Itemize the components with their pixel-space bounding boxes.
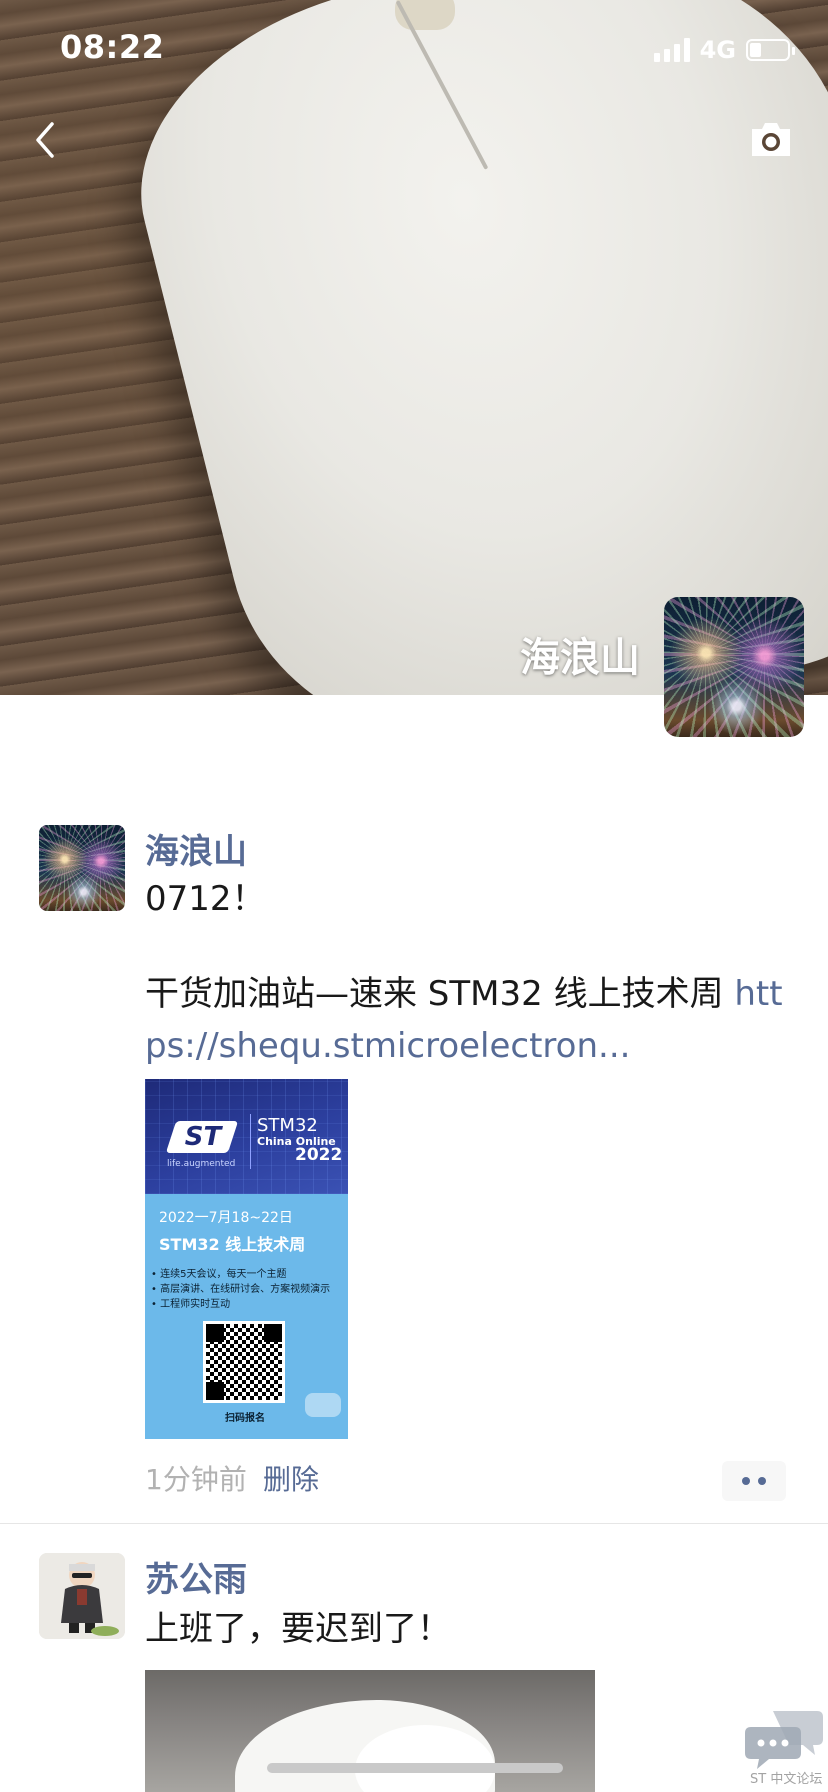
dot-icon xyxy=(758,1477,766,1485)
poster-bullet: • 连续5天会议，每天一个主题 xyxy=(151,1269,287,1280)
battery-icon xyxy=(746,39,795,61)
chat-bubble-icon xyxy=(305,1393,341,1417)
delete-button[interactable]: 删除 xyxy=(263,1458,319,1498)
poster-title: STM32 线上技术周 xyxy=(159,1235,306,1254)
poster-brand: STM32 xyxy=(257,1115,318,1136)
post-image[interactable]: ST life.augmented STM32 China Online 202… xyxy=(145,1079,348,1439)
post-timestamp: 1分钟前 xyxy=(145,1463,247,1496)
camera-button[interactable] xyxy=(748,120,794,160)
cover-image-mouse xyxy=(103,0,828,695)
poster-year: 2022 xyxy=(295,1145,343,1165)
st-logo-text: ST xyxy=(184,1122,222,1152)
profile-avatar[interactable] xyxy=(664,597,804,737)
back-chevron-icon xyxy=(36,122,54,158)
camera-icon xyxy=(752,123,790,156)
cover-username[interactable]: 海浪山 xyxy=(520,625,640,683)
post-avatar[interactable] xyxy=(39,825,125,911)
post-author[interactable]: 海浪山 xyxy=(145,824,247,873)
home-indicator[interactable] xyxy=(267,1763,563,1773)
status-time: 08:22 xyxy=(60,28,165,66)
poster-bullet: • 高层演讲、在线研讨会、方案视频演示 xyxy=(151,1284,331,1295)
forum-watermark-text: ST 中文论坛 xyxy=(750,1772,823,1787)
old-man-avatar-icon xyxy=(39,1553,125,1639)
post-divider xyxy=(0,1523,828,1524)
network-type: 4G xyxy=(699,36,736,64)
back-button[interactable] xyxy=(28,118,68,162)
post-image[interactable] xyxy=(145,1670,595,1792)
status-indicators: 4G xyxy=(653,30,795,70)
qr-code xyxy=(203,1321,285,1403)
poster-tagline: life.augmented xyxy=(167,1159,236,1169)
cover-photo[interactable] xyxy=(0,0,828,695)
dot-icon xyxy=(742,1477,750,1485)
post-avatar[interactable] xyxy=(39,1553,125,1639)
poster-divider xyxy=(250,1114,251,1169)
more-actions-button[interactable] xyxy=(722,1461,786,1501)
poster-bullet: • 工程师实时互动 xyxy=(151,1299,231,1310)
poster-date: 2022一7月18~22日 xyxy=(159,1210,293,1226)
post-text-line: 上班了，要迟到了！ xyxy=(145,1609,451,1649)
signal-icon xyxy=(653,38,690,62)
poster-bullets: • 连续5天会议，每天一个主题 • 高层演讲、在线研讨会、方案视频演示 • 工程… xyxy=(151,1267,330,1312)
poster-scan-label: 扫码报名 xyxy=(225,1413,265,1424)
post-author[interactable]: 苏公雨 xyxy=(145,1552,247,1601)
post-text: 干货加油站—速来 STM32 线上技术周 xyxy=(145,974,735,1014)
post-text-link-line: 干货加油站—速来 STM32 线上技术周 https://shequ.stmic… xyxy=(145,968,795,1072)
post-text-line: 0712！ xyxy=(145,879,266,919)
